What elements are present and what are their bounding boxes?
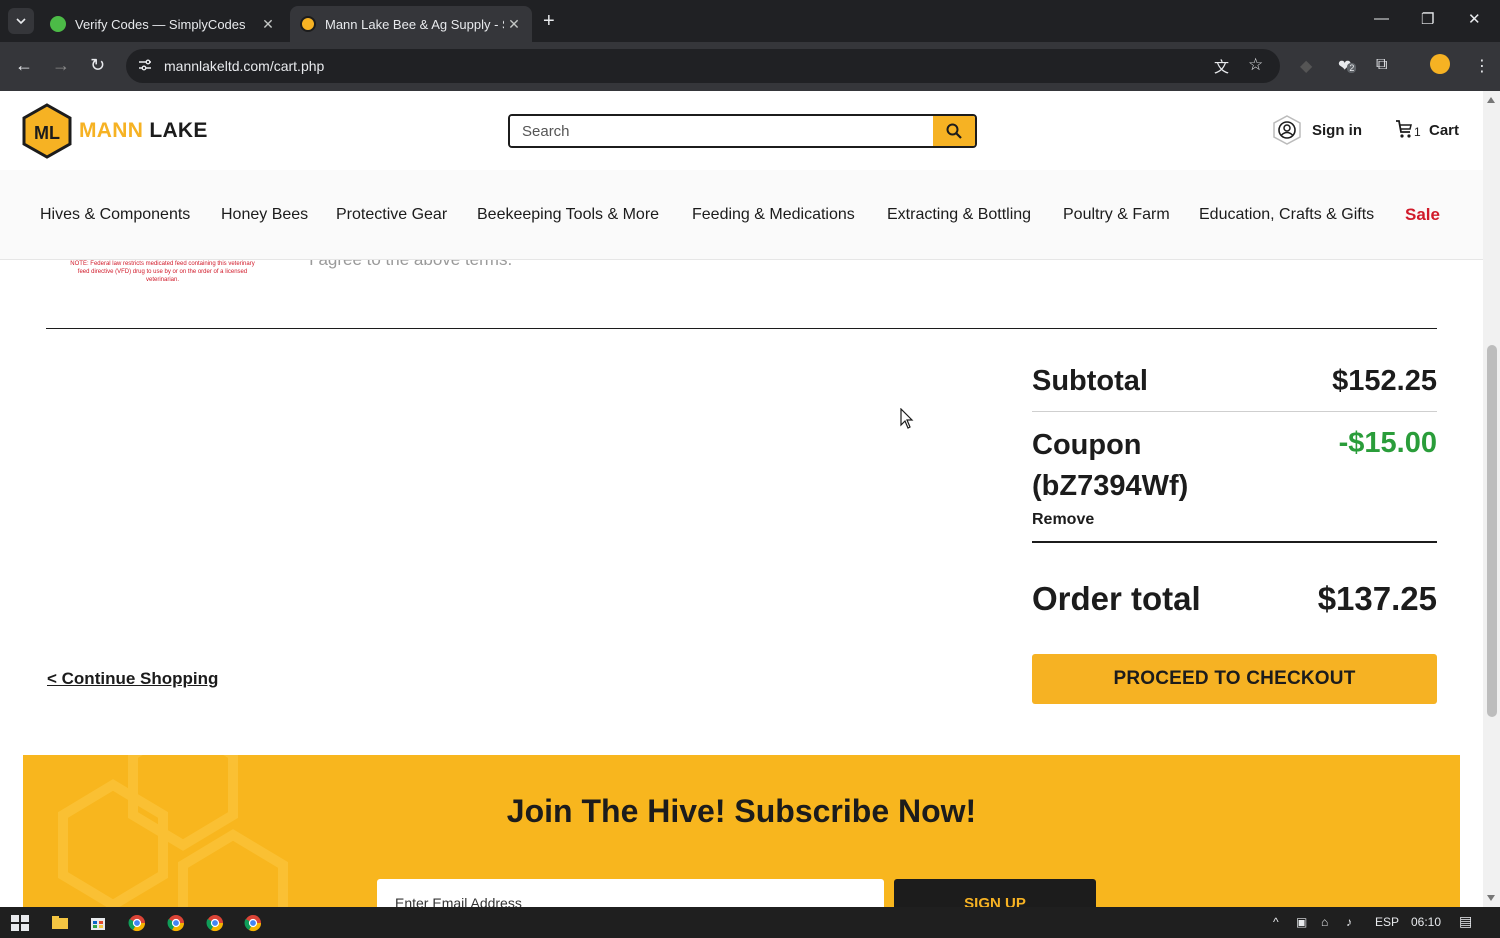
site-header: ML MANN LAKE Sign in 1 Cart <box>0 91 1483 170</box>
honeycomb-decoration <box>58 755 288 907</box>
browser-menu-icon[interactable]: ⋮ <box>1474 56 1490 76</box>
extension-badge-count: 2 <box>1347 63 1357 73</box>
close-tab-icon[interactable]: ✕ <box>504 16 524 33</box>
bookmark-star-icon[interactable]: ☆ <box>1248 55 1263 75</box>
chrome-icon[interactable] <box>205 913 225 933</box>
address-bar[interactable]: mannlakeltd.com/cart.php 文 ☆ <box>126 49 1280 83</box>
logo-wordmark[interactable]: MANN LAKE <box>79 119 208 143</box>
order-total-value: $137.25 <box>1317 580 1437 617</box>
cart-count: 1 <box>1414 125 1421 139</box>
search-input[interactable] <box>510 116 934 146</box>
scroll-down-arrow-icon[interactable] <box>1487 895 1495 901</box>
security-icon[interactable]: ▣ <box>1296 915 1307 929</box>
coupon-label: Coupon (bZ7394Wf) <box>1032 429 1189 502</box>
forward-icon[interactable]: → <box>52 55 70 76</box>
newsletter-title: Join The Hive! Subscribe Now! <box>506 793 977 829</box>
nav-item-sale[interactable]: Sale <box>1405 205 1440 225</box>
logo-mann: MANN <box>79 119 144 142</box>
close-tab-icon[interactable]: ✕ <box>258 16 278 33</box>
user-account-icon <box>1273 115 1301 145</box>
network-icon[interactable]: ⌂ <box>1321 915 1328 929</box>
continue-shopping-link[interactable]: < Continue Shopping <box>47 669 218 689</box>
site-settings-icon[interactable] <box>138 58 152 72</box>
newsletter-email-input[interactable]: Enter Email Address <box>377 879 884 907</box>
subtotal-value: $152.25 <box>1332 365 1437 397</box>
nav-item-education[interactable]: Education, Crafts & Gifts <box>1199 206 1374 224</box>
minimize-icon[interactable]: — <box>1374 10 1389 27</box>
page-scrollbar[interactable] <box>1483 91 1500 907</box>
nav-item-hives[interactable]: Hives & Components <box>40 206 190 224</box>
chrome-icon[interactable] <box>243 913 263 933</box>
volume-icon[interactable]: ♪ <box>1346 915 1352 929</box>
tab-title: Verify Codes — SimplyCodes <box>75 16 246 32</box>
remove-coupon-link[interactable]: Remove <box>1032 511 1094 529</box>
nav-item-feeding[interactable]: Feeding & Medications <box>692 206 855 224</box>
restore-icon[interactable]: ❐ <box>1421 10 1434 28</box>
logo-lake: LAKE <box>149 119 208 142</box>
tab-simplycodes[interactable]: Verify Codes — SimplyCodes ✕ <box>40 6 286 42</box>
browser-tab-bar: Verify Codes — SimplyCodes ✕ Mann Lake B… <box>0 0 1500 42</box>
browser-toolbar: ← → ↻ mannlakeltd.com/cart.php 文 ☆ ◆ ❤2 … <box>0 42 1500 91</box>
extension-icon[interactable]: ◆ <box>1300 56 1312 76</box>
coupon-value: -$15.00 <box>1338 427 1437 459</box>
extension-badge-icon[interactable]: ❤2 <box>1338 56 1357 76</box>
store-icon[interactable] <box>88 913 108 933</box>
close-window-icon[interactable]: ✕ <box>1468 10 1481 28</box>
agree-terms-text[interactable]: I agree to the above terms. <box>309 260 512 270</box>
order-total-label: Order total <box>1032 580 1201 617</box>
cart-divider <box>46 328 1437 329</box>
vfd-note: NOTE: Federal law restricts medicated fe… <box>70 261 255 283</box>
mouse-cursor-icon <box>900 408 914 429</box>
file-explorer-icon[interactable] <box>50 913 70 933</box>
chrome-icon[interactable] <box>166 913 186 933</box>
extensions-puzzle-icon[interactable]: ⧉ <box>1376 56 1387 74</box>
proceed-to-checkout-button[interactable]: PROCEED TO CHECKOUT <box>1032 654 1437 704</box>
scroll-up-arrow-icon[interactable] <box>1487 97 1495 103</box>
url-text: mannlakeltd.com/cart.php <box>164 58 325 74</box>
subtotal-row: Subtotal $152.25 <box>1032 360 1437 412</box>
chrome-icon[interactable] <box>127 913 147 933</box>
profile-avatar[interactable] <box>1430 54 1450 74</box>
nav-item-protective-gear[interactable]: Protective Gear <box>336 206 447 224</box>
nav-item-extracting[interactable]: Extracting & Bottling <box>887 206 1031 224</box>
search-button[interactable] <box>933 116 975 146</box>
windows-taskbar: ^ ▣ ⌂ ♪ ESP 06:10 ▤ <box>0 907 1500 938</box>
cart-link[interactable]: 1 Cart <box>1395 119 1459 141</box>
chevron-down-icon <box>16 18 26 25</box>
search-box <box>508 114 977 148</box>
logo-initials: ML <box>34 123 60 143</box>
scrollbar-thumb[interactable] <box>1487 345 1497 717</box>
sign-in-link[interactable]: Sign in <box>1272 115 1362 145</box>
cart-icon: 1 <box>1395 119 1421 141</box>
nav-item-poultry[interactable]: Poultry & Farm <box>1063 206 1170 224</box>
windows-start-icon[interactable] <box>10 913 30 933</box>
new-tab-button[interactable]: + <box>543 10 555 33</box>
search-icon <box>946 123 962 139</box>
show-hidden-icons-icon[interactable]: ^ <box>1273 915 1279 929</box>
notifications-icon[interactable]: ▤ <box>1459 913 1472 930</box>
cart-content: NOTE: Federal law restricts medicated fe… <box>0 260 1483 907</box>
tab-title: Mann Lake Bee & Ag Supply - S <box>325 16 504 32</box>
simplycodes-icon <box>50 16 66 32</box>
clock[interactable]: 06:10 <box>1411 915 1441 929</box>
newsletter-banner: Join The Hive! Subscribe Now! Enter Emai… <box>23 755 1460 907</box>
tab-search-button[interactable] <box>8 8 34 34</box>
coupon-row: Coupon (bZ7394Wf) -$15.00 Remove <box>1032 425 1437 543</box>
language-indicator[interactable]: ESP <box>1375 915 1399 929</box>
cart-label: Cart <box>1429 121 1460 139</box>
reload-icon[interactable]: ↻ <box>90 55 105 76</box>
mannlake-logo[interactable]: ML <box>22 103 72 159</box>
nav-item-beekeeping-tools[interactable]: Beekeeping Tools & More <box>477 206 659 224</box>
subtotal-label: Subtotal <box>1032 365 1148 397</box>
newsletter-signup-button[interactable]: SIGN UP <box>894 879 1096 907</box>
tab-mannlake[interactable]: Mann Lake Bee & Ag Supply - S ✕ <box>290 6 532 42</box>
sign-in-label: Sign in <box>1312 121 1362 139</box>
translate-icon[interactable]: 文 <box>1214 56 1229 77</box>
nav-item-honey-bees[interactable]: Honey Bees <box>221 206 308 224</box>
category-nav: Hives & Components Honey Bees Protective… <box>0 170 1483 260</box>
back-icon[interactable]: ← <box>15 55 33 76</box>
mannlake-icon <box>300 16 316 32</box>
